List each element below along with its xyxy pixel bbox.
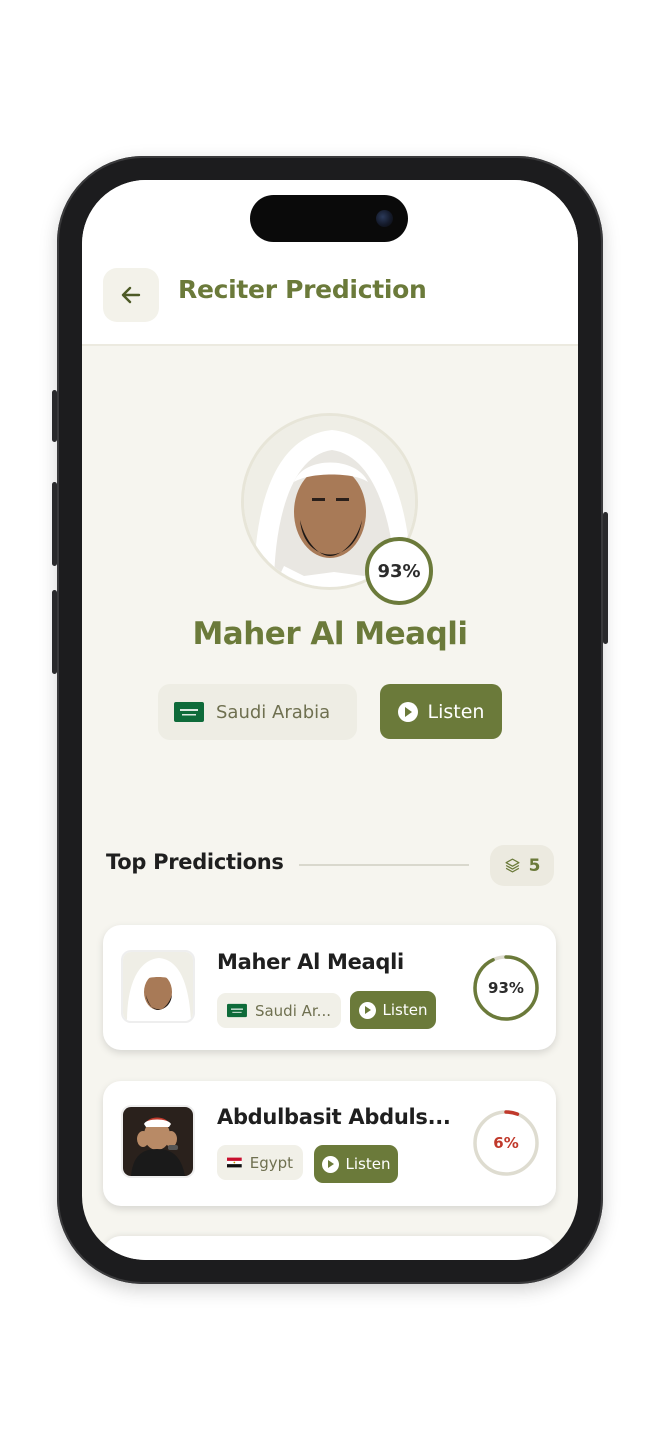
country-chip: Saudi Ar... bbox=[217, 993, 341, 1028]
dynamic-island bbox=[250, 195, 408, 242]
predictions-count: 5 bbox=[528, 855, 541, 876]
prediction-card[interactable] bbox=[103, 1236, 556, 1260]
reciter-thumbnail bbox=[121, 950, 195, 1023]
action-button bbox=[52, 390, 57, 442]
volume-up-button bbox=[52, 482, 57, 566]
listen-label: Listen bbox=[345, 1155, 391, 1173]
section-divider bbox=[299, 864, 469, 866]
country-label: Saudi Ar... bbox=[254, 1001, 331, 1020]
egypt-flag-icon bbox=[227, 1157, 242, 1168]
volume-down-button bbox=[52, 590, 57, 674]
country-chip: Saudi Arabia bbox=[158, 684, 357, 740]
confidence-label: 6% bbox=[493, 1134, 519, 1152]
listen-button[interactable]: Listen bbox=[380, 684, 502, 739]
front-camera-icon bbox=[376, 210, 393, 227]
reciter-name: Abdulbasit Abduls... bbox=[217, 1105, 451, 1129]
prediction-card[interactable]: Abdulbasit Abduls... Egypt Listen 6% bbox=[103, 1081, 556, 1206]
country-label: Egypt bbox=[249, 1153, 293, 1172]
reciter-thumbnail bbox=[121, 1105, 195, 1178]
page-title: Reciter Prediction bbox=[178, 275, 427, 304]
layers-icon bbox=[505, 858, 520, 873]
reciter-name: Maher Al Meaqli bbox=[217, 950, 404, 974]
listen-button[interactable]: Listen bbox=[314, 1145, 398, 1183]
prediction-card[interactable]: Maher Al Meaqli Saudi Ar... Listen 93% bbox=[103, 925, 556, 1050]
play-icon bbox=[358, 1001, 376, 1019]
predicted-reciter-name: Maher Al Meaqli bbox=[192, 616, 468, 652]
arrow-left-icon bbox=[121, 286, 141, 304]
listen-label: Listen bbox=[427, 700, 485, 723]
listen-label: Listen bbox=[382, 1001, 428, 1019]
listen-button[interactable]: Listen bbox=[350, 991, 436, 1029]
predictions-count-badge: 5 bbox=[490, 845, 554, 886]
section-title: Top Predictions bbox=[106, 850, 284, 874]
country-chip: Egypt bbox=[217, 1145, 303, 1180]
power-button bbox=[603, 512, 608, 644]
saudi-flag-icon bbox=[227, 1003, 247, 1018]
saudi-flag-icon bbox=[174, 702, 204, 722]
play-icon bbox=[397, 701, 418, 722]
confidence-badge: 93% bbox=[365, 537, 433, 605]
play-icon bbox=[321, 1155, 339, 1173]
confidence-label: 93% bbox=[488, 979, 524, 997]
country-label: Saudi Arabia bbox=[216, 701, 331, 723]
app-screen: Reciter Prediction 93% Maher Al Meaqli S… bbox=[82, 180, 578, 1260]
back-button[interactable] bbox=[103, 268, 159, 322]
